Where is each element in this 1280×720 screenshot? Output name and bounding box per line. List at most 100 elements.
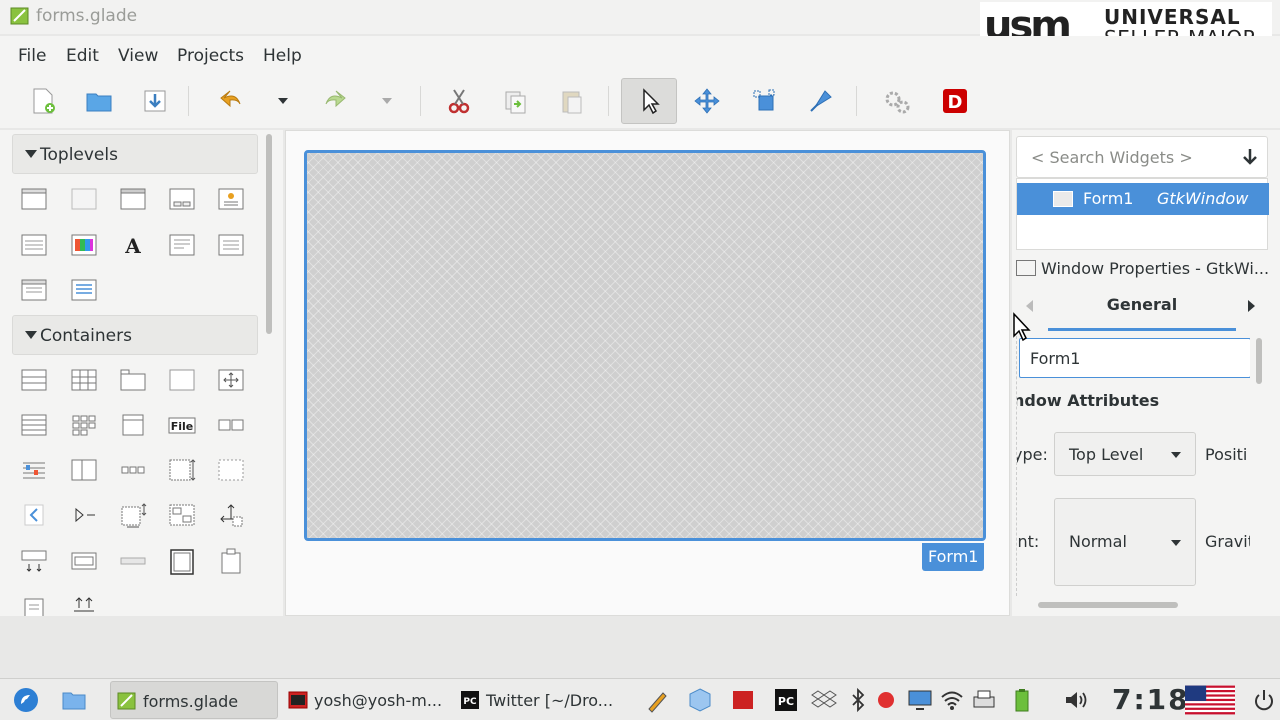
task-terminal[interactable]: yosh@yosh-m... [282, 681, 448, 719]
properties-vertical-scrollbar[interactable] [1256, 338, 1262, 384]
widget-palette: Toplevels A Containers File [0, 130, 283, 616]
palette-message-dialog-widget[interactable] [167, 230, 197, 260]
menu-file[interactable]: File [18, 46, 46, 66]
palette-scrolled-window-widget[interactable] [167, 455, 197, 485]
palette-toolbar-widget[interactable] [19, 455, 49, 485]
palette-layout-widget[interactable] [216, 500, 246, 530]
arrow-down-icon[interactable] [1239, 146, 1261, 168]
preferences-button[interactable] [876, 80, 918, 122]
tray-pycharm[interactable]: PC [772, 685, 800, 715]
type-combo[interactable]: Top Level [1054, 432, 1196, 476]
tab-prev-arrow-icon[interactable] [1026, 300, 1033, 312]
tray-keyboard-layout[interactable] [1184, 685, 1236, 715]
palette-popover-widget[interactable] [216, 546, 246, 576]
palette-window-widget[interactable] [19, 184, 49, 214]
palette-font-chooser-dialog-widget[interactable]: A [118, 230, 148, 260]
palette-file-chooser-dialog-widget[interactable] [19, 230, 49, 260]
expander-widget-icon [24, 504, 44, 526]
palette-flow-box-widget[interactable] [69, 410, 99, 440]
palette-viewport-widget[interactable] [216, 455, 246, 485]
task-pycharm[interactable]: PC Twitter [~/Dro... [454, 681, 622, 719]
palette-list-box-widget[interactable] [19, 410, 49, 440]
palette-alignment-widget[interactable] [167, 546, 197, 576]
alignment-edit-mode-button[interactable] [800, 80, 842, 122]
position-label: Positi [1205, 445, 1248, 464]
palette-about-dialog-widget[interactable] [216, 184, 246, 214]
palette-flow-arrows-widget[interactable] [69, 592, 99, 616]
form1-window-preview[interactable] [304, 150, 986, 541]
palette-stack-sidebar-widget[interactable] [69, 455, 99, 485]
task-forms-glade[interactable]: forms.glade [110, 681, 278, 719]
new-project-button[interactable] [22, 80, 64, 122]
tray-pen-tool[interactable] [644, 685, 672, 715]
palette-offscreen-window-widget[interactable] [69, 184, 99, 214]
form1-canvas-tag[interactable]: Form1 [922, 543, 985, 571]
tray-printer[interactable] [970, 685, 998, 715]
palette-stack-switcher-widget[interactable] [118, 455, 148, 485]
tray-wifi[interactable] [938, 685, 966, 715]
palette-grid-widget[interactable] [69, 365, 99, 395]
palette-header-bar-widget[interactable] [69, 546, 99, 576]
open-project-button[interactable] [78, 80, 120, 122]
palette-box-widget[interactable] [19, 365, 49, 395]
type-hint-combo[interactable]: Normal [1054, 498, 1196, 586]
widget-name-field[interactable]: Form1 [1019, 338, 1250, 378]
start-menu-button[interactable] [12, 685, 40, 715]
palette-file-chooser-widget[interactable]: File [167, 410, 197, 440]
tray-dropbox[interactable] [810, 685, 838, 715]
tray-battery[interactable] [1008, 685, 1036, 715]
palette-assistant-widget[interactable] [19, 275, 49, 305]
palette-event-box-widget[interactable] [19, 546, 49, 576]
copy-button[interactable] [494, 80, 536, 122]
tray-recorder[interactable] [872, 685, 900, 715]
palette-revealer-widget[interactable] [69, 500, 99, 530]
file-manager-launcher[interactable] [60, 685, 88, 715]
margin-edit-mode-button[interactable] [743, 80, 785, 122]
menu-edit[interactable]: Edit [66, 46, 99, 66]
properties-horizontal-scrollbar[interactable] [1038, 602, 1178, 608]
tray-bluetooth[interactable] [844, 685, 872, 715]
palette-button-box-widget[interactable] [216, 410, 246, 440]
tray-red-app[interactable] [729, 685, 757, 715]
save-project-button[interactable] [134, 80, 176, 122]
palette-notebook-widget[interactable] [118, 365, 148, 395]
palette-expander-widget[interactable] [19, 500, 49, 530]
redo-button[interactable] [314, 80, 356, 122]
palette-application-window-widget[interactable] [118, 184, 148, 214]
toplevels-group-header[interactable]: Toplevels [12, 134, 258, 174]
tree-row-form1[interactable]: Form1 GtkWindow [1017, 183, 1269, 215]
tab-next-arrow-icon[interactable] [1248, 300, 1255, 312]
menu-view[interactable]: View [118, 46, 158, 66]
tray-power[interactable] [1250, 685, 1278, 715]
tray-volume[interactable] [1062, 685, 1090, 715]
redo-history-dropdown[interactable] [366, 80, 408, 122]
palette-color-chooser-dialog-widget[interactable] [69, 230, 99, 260]
devhelp-button[interactable]: D [934, 80, 976, 122]
palette-action-bar-widget[interactable] [19, 592, 49, 616]
palette-frame-widget[interactable] [167, 365, 197, 395]
menu-projects[interactable]: Projects [177, 46, 244, 66]
palette-fixed-widget[interactable] [167, 500, 197, 530]
palette-dialog-widget[interactable] [167, 184, 197, 214]
drag-resize-mode-button[interactable] [686, 80, 728, 122]
select-mode-button[interactable] [621, 78, 677, 124]
design-canvas[interactable]: Form1 [285, 130, 1010, 616]
tray-cube-app[interactable] [686, 685, 714, 715]
undo-history-dropdown[interactable] [262, 80, 304, 122]
palette-overlay-widget[interactable] [216, 365, 246, 395]
palette-paned-widget[interactable] [118, 410, 148, 440]
palette-recent-chooser-dialog-widget[interactable] [216, 230, 246, 260]
palette-app-chooser-dialog-widget[interactable] [69, 275, 99, 305]
header-bar-icon [71, 552, 97, 570]
menu-help[interactable]: Help [263, 46, 302, 66]
palette-scrollbar[interactable] [266, 134, 272, 334]
paste-button[interactable] [551, 80, 593, 122]
cut-button[interactable] [438, 80, 480, 122]
search-widgets-input[interactable]: < Search Widgets > [1016, 136, 1268, 178]
undo-button[interactable] [210, 80, 252, 122]
containers-group-header[interactable]: Containers [12, 315, 258, 355]
tab-general[interactable]: General [1048, 295, 1236, 331]
palette-separator-widget[interactable] [118, 546, 148, 576]
palette-aspect-frame-widget[interactable] [118, 500, 148, 530]
tray-display[interactable] [906, 685, 934, 715]
